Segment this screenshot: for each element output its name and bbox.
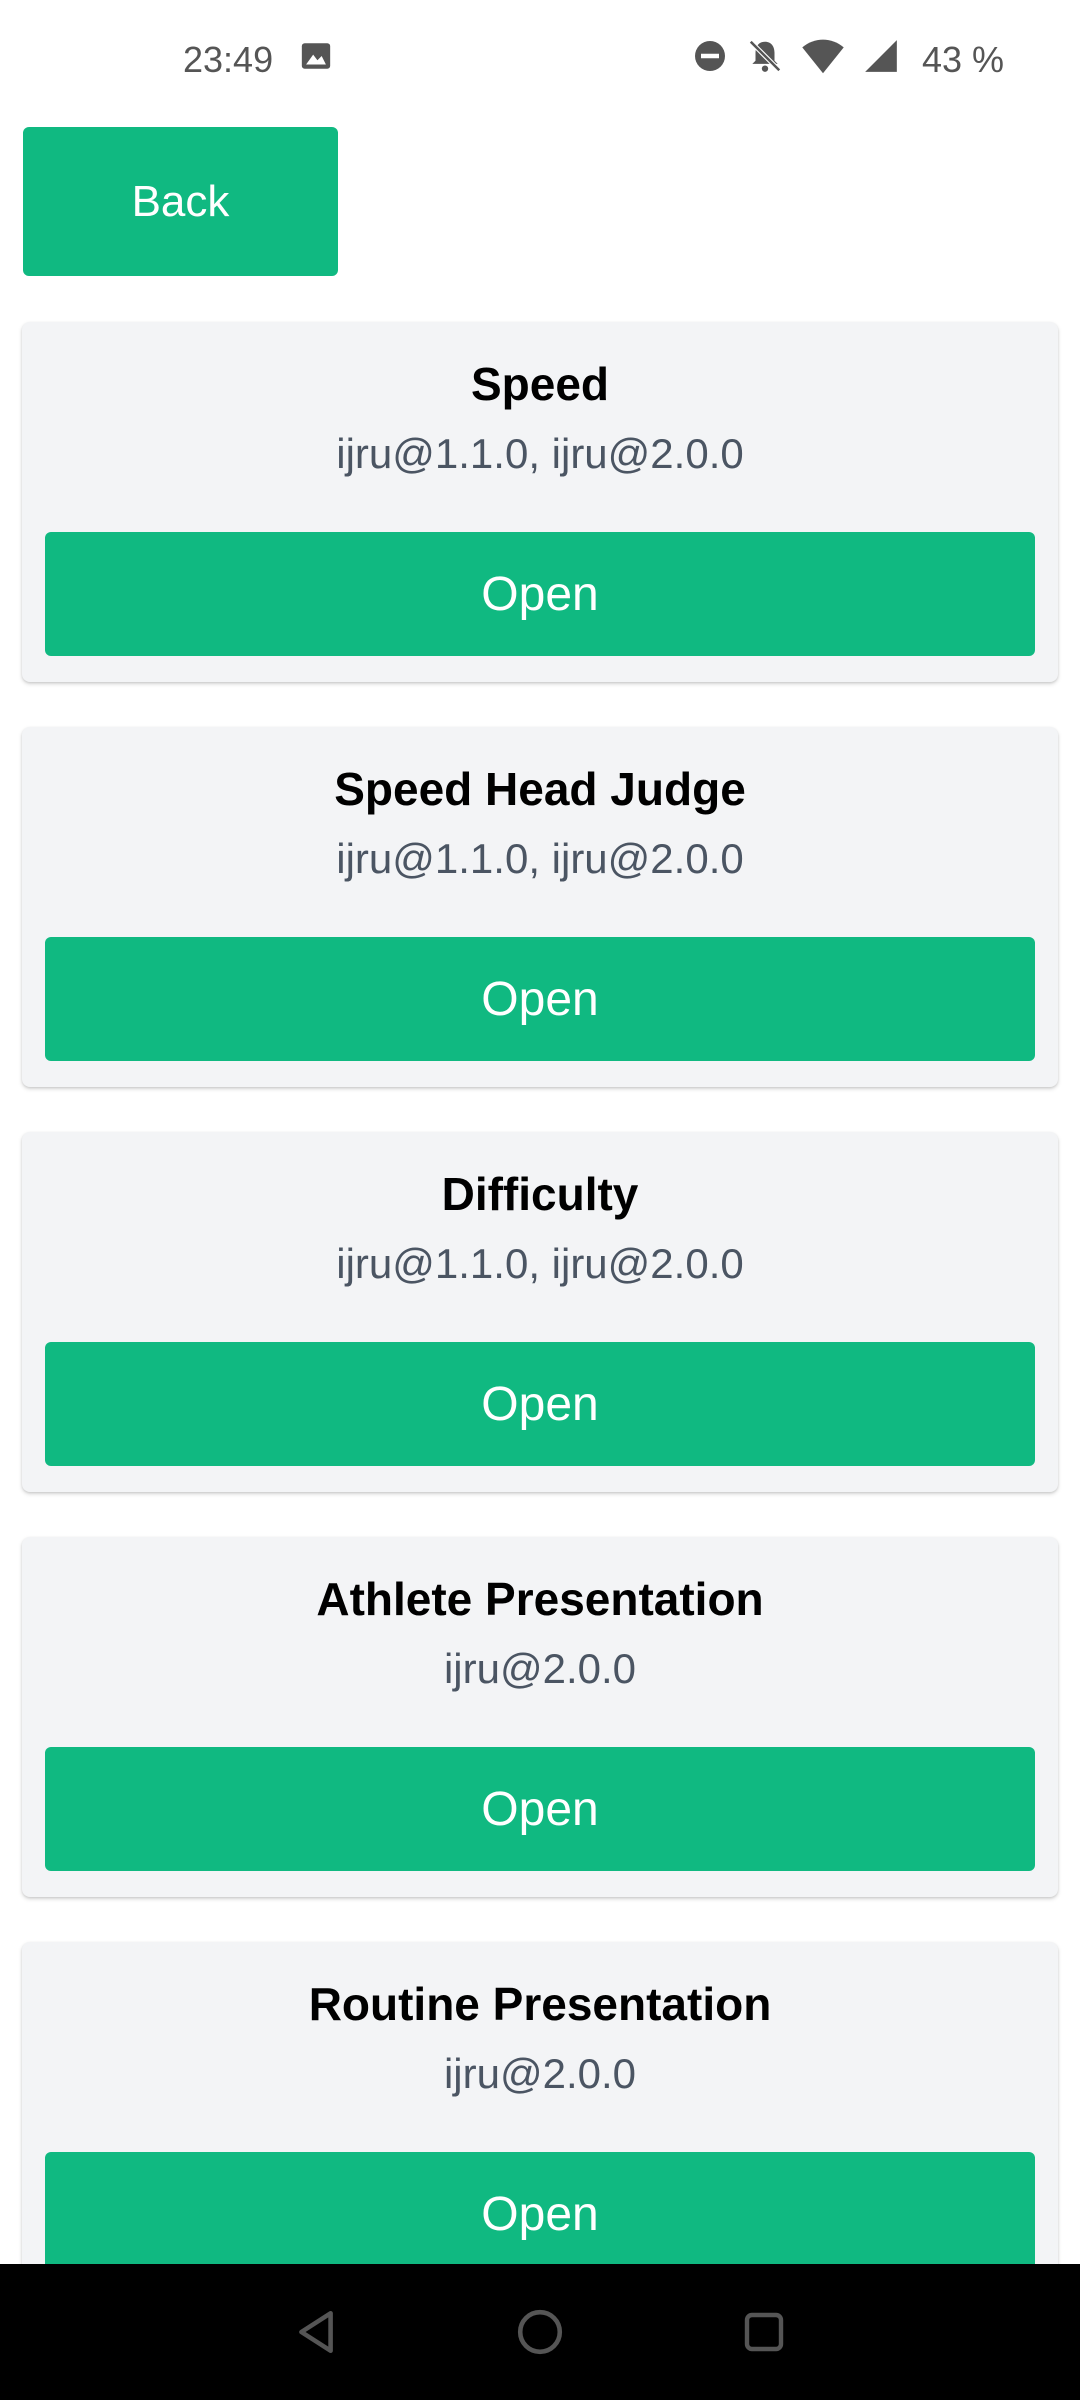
card-title: Speed xyxy=(470,358,610,410)
judge-card-routine-presentation: Routine Presentation ijru@2.0.0 Open xyxy=(22,1942,1058,2302)
back-button[interactable]: Back xyxy=(23,127,338,276)
status-time: 23:49 xyxy=(183,39,274,80)
open-button-difficulty[interactable]: Open xyxy=(45,1342,1035,1466)
open-button-routine-presentation[interactable]: Open xyxy=(45,2152,1035,2276)
card-title: Routine Presentation xyxy=(308,1978,772,2030)
wifi-icon xyxy=(802,37,844,84)
judge-card-speed: Speed ijru@1.1.0, ijru@2.0.0 Open xyxy=(22,322,1058,682)
signal-icon xyxy=(862,37,900,84)
open-button-speed[interactable]: Open xyxy=(45,532,1035,656)
judge-card-speed-head-judge: Speed Head Judge ijru@1.1.0, ijru@2.0.0 … xyxy=(22,727,1058,1087)
open-button-speed-head-judge[interactable]: Open xyxy=(45,937,1035,1061)
status-right: 43 % xyxy=(674,37,1004,84)
image-icon xyxy=(299,39,333,82)
card-title: Difficulty xyxy=(441,1168,639,1220)
status-left: 23:49 xyxy=(183,39,333,82)
card-versions: ijru@1.1.0, ijru@2.0.0 xyxy=(336,430,744,477)
card-versions: ijru@2.0.0 xyxy=(443,1645,637,1692)
judge-card-athlete-presentation: Athlete Presentation ijru@2.0.0 Open xyxy=(22,1537,1058,1897)
judge-card-difficulty: Difficulty ijru@1.1.0, ijru@2.0.0 Open xyxy=(22,1132,1058,1492)
status-bar: 23:49 43 % xyxy=(0,0,1080,120)
card-versions: ijru@1.1.0, ijru@2.0.0 xyxy=(336,835,744,882)
battery-level: 43 % xyxy=(921,39,1004,80)
dnd-icon xyxy=(692,38,728,83)
home-circle-icon[interactable] xyxy=(490,2282,590,2382)
navigation-bar xyxy=(0,2264,1080,2400)
recents-square-icon[interactable] xyxy=(714,2282,814,2382)
judge-type-list: Speed ijru@1.1.0, ijru@2.0.0 Open Speed … xyxy=(22,322,1058,2347)
card-versions: ijru@2.0.0 xyxy=(443,2050,637,2097)
card-title: Athlete Presentation xyxy=(316,1573,764,1625)
back-triangle-icon[interactable] xyxy=(266,2282,366,2382)
card-versions: ijru@1.1.0, ijru@2.0.0 xyxy=(336,1240,744,1287)
card-title: Speed Head Judge xyxy=(334,763,746,815)
bell-off-icon xyxy=(746,37,784,84)
open-button-athlete-presentation[interactable]: Open xyxy=(45,1747,1035,1871)
